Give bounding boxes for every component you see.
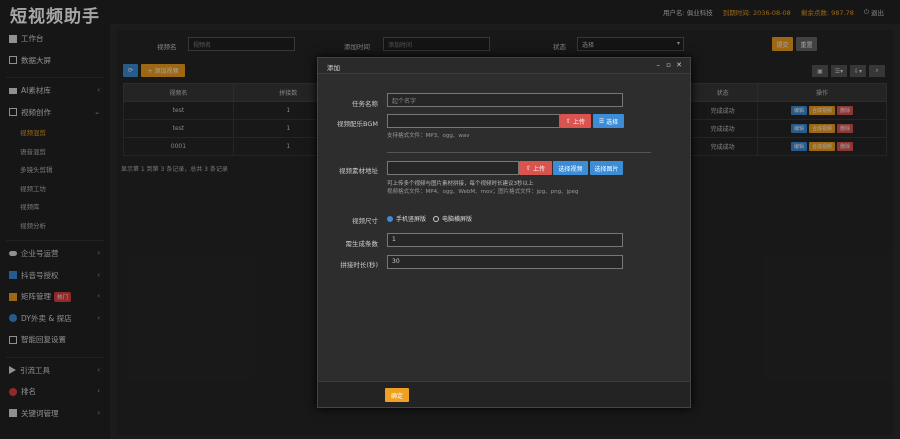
upload-icon: ⇧ xyxy=(526,164,532,172)
maximize-icon[interactable]: ▫ xyxy=(666,61,671,69)
material-upload-button[interactable]: ⇧ 上传 xyxy=(519,161,552,175)
upload-icon: ⇧ xyxy=(566,117,572,125)
bgm-input[interactable] xyxy=(387,114,560,128)
size-landscape-label: 电脑横屏版 xyxy=(442,216,473,223)
select-image-button[interactable]: 选择图片 xyxy=(590,161,623,175)
list-icon: ☰ xyxy=(598,117,605,125)
task-name-label: 任务名称 xyxy=(352,100,378,108)
duration-input[interactable]: 30 xyxy=(387,255,623,269)
count-input[interactable]: 1 xyxy=(387,233,623,247)
radio-checked-icon xyxy=(387,215,393,222)
select-video-button[interactable]: 选择视频 xyxy=(553,161,588,175)
size-landscape-radio[interactable]: 电脑横屏版 xyxy=(433,214,472,223)
confirm-button[interactable]: 确定 xyxy=(385,388,409,402)
bgm-hint: 支持格式文件：MP3、ogg、wav xyxy=(387,133,470,139)
divider xyxy=(387,152,651,153)
modal-footer: 确定 xyxy=(318,381,690,407)
modal-header: 添加 – ▫ ✕ xyxy=(318,58,690,74)
material-upload-label: 上传 xyxy=(532,165,545,173)
radio-unchecked-icon xyxy=(433,215,439,222)
bgm-upload-button[interactable]: ⇧ 上传 xyxy=(560,114,591,128)
material-hint-1: 可上传多个视频与图片素材拼接，每个视频时长建议3秒以上 xyxy=(387,181,534,187)
size-label: 视频尺寸 xyxy=(352,217,378,225)
minimize-icon[interactable]: – xyxy=(657,61,661,69)
size-portrait-label: 手机竖屏版 xyxy=(396,216,427,223)
duration-label: 拼接时长(秒) xyxy=(340,261,378,269)
close-icon[interactable]: ✕ xyxy=(676,61,682,69)
material-input[interactable] xyxy=(387,161,519,175)
add-modal: 添加 – ▫ ✕ 任务名称 起个名字 视频配乐BGM ⇧ 上传 ☰ 选择 支持格… xyxy=(317,57,691,408)
bgm-label: 视频配乐BGM xyxy=(337,120,378,128)
modal-title: 添加 xyxy=(327,64,340,72)
size-portrait-radio[interactable]: 手机竖屏版 xyxy=(387,214,426,223)
task-name-input[interactable]: 起个名字 xyxy=(387,93,623,107)
count-label: 需生成条数 xyxy=(345,240,379,248)
bgm-select-label: 选择 xyxy=(606,118,619,126)
bgm-select-button[interactable]: ☰ 选择 xyxy=(593,114,624,128)
bgm-upload-label: 上传 xyxy=(572,118,585,126)
material-hint-2: 视频格式文件：MP4、ogg、WebM、mov；图片格式文件：jpg、png、j… xyxy=(387,189,579,195)
material-label: 视频素材地址 xyxy=(339,167,378,175)
